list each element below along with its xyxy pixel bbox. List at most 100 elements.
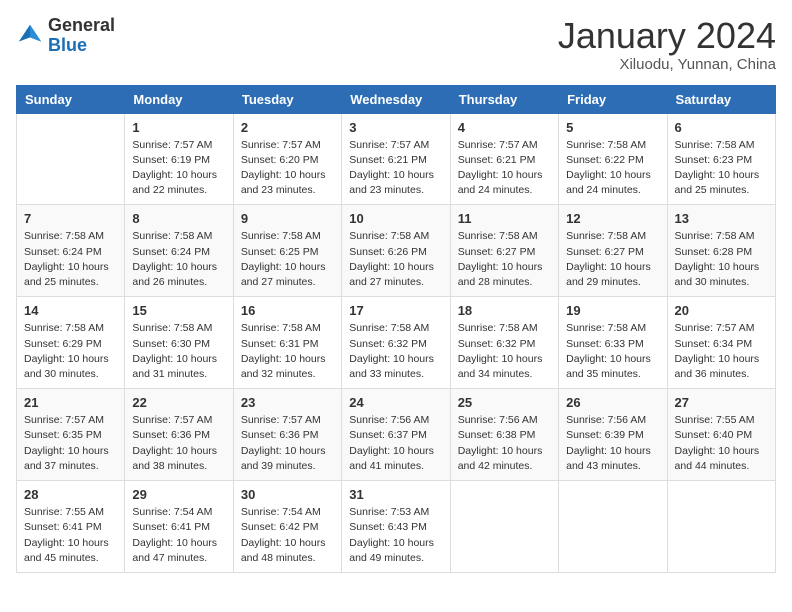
day-info: Sunrise: 7:58 AM Sunset: 6:23 PM Dayligh… <box>675 138 768 199</box>
title-block: January 2024 Xiluodu, Yunnan, China <box>558 16 776 73</box>
calendar-cell: 21 Sunrise: 7:57 AM Sunset: 6:35 PM Dayli… <box>17 389 125 481</box>
location-subtitle: Xiluodu, Yunnan, China <box>558 56 776 73</box>
calendar-cell: 3 Sunrise: 7:57 AM Sunset: 6:21 PM Daylig… <box>342 113 450 205</box>
day-number: 15 <box>132 303 225 318</box>
day-number: 10 <box>349 211 442 226</box>
calendar-cell: 9 Sunrise: 7:58 AM Sunset: 6:25 PM Daylig… <box>233 205 341 297</box>
calendar-cell: 1 Sunrise: 7:57 AM Sunset: 6:19 PM Daylig… <box>125 113 233 205</box>
calendar-cell: 11 Sunrise: 7:58 AM Sunset: 6:27 PM Dayli… <box>450 205 558 297</box>
day-info: Sunrise: 7:57 AM Sunset: 6:19 PM Dayligh… <box>132 138 225 199</box>
calendar-cell: 19 Sunrise: 7:58 AM Sunset: 6:33 PM Dayli… <box>559 297 667 389</box>
calendar-cell: 15 Sunrise: 7:58 AM Sunset: 6:30 PM Dayli… <box>125 297 233 389</box>
day-number: 11 <box>458 211 551 226</box>
day-info: Sunrise: 7:58 AM Sunset: 6:26 PM Dayligh… <box>349 229 442 290</box>
day-number: 8 <box>132 211 225 226</box>
day-number: 1 <box>132 120 225 135</box>
day-number: 3 <box>349 120 442 135</box>
day-info: Sunrise: 7:54 AM Sunset: 6:41 PM Dayligh… <box>132 505 225 566</box>
day-info: Sunrise: 7:57 AM Sunset: 6:36 PM Dayligh… <box>132 413 225 474</box>
calendar-cell: 14Sunrise: 7:58 AM Sunset: 6:29 PM Dayli… <box>17 297 125 389</box>
calendar-table: SundayMondayTuesdayWednesdayThursdayFrid… <box>16 85 776 573</box>
day-number: 7 <box>24 211 117 226</box>
calendar-cell: 31Sunrise: 7:53 AM Sunset: 6:43 PM Dayli… <box>342 481 450 573</box>
week-row-5: 28 Sunrise: 7:55 AM Sunset: 6:41 PM Dayli… <box>17 481 776 573</box>
day-info: Sunrise: 7:58 AM Sunset: 6:31 PM Dayligh… <box>241 321 334 382</box>
day-number: 19 <box>566 303 659 318</box>
day-number: 18 <box>458 303 551 318</box>
day-number: 4 <box>458 120 551 135</box>
calendar-cell: 29 Sunrise: 7:54 AM Sunset: 6:41 PM Dayli… <box>125 481 233 573</box>
day-info: Sunrise: 7:57 AM Sunset: 6:35 PM Dayligh… <box>24 413 117 474</box>
day-info: Sunrise: 7:58 AM Sunset: 6:27 PM Dayligh… <box>458 229 551 290</box>
day-number: 29 <box>132 487 225 502</box>
calendar-cell: 4 Sunrise: 7:57 AM Sunset: 6:21 PM Daylig… <box>450 113 558 205</box>
page-header: General Blue January 2024 Xiluodu, Yunna… <box>16 16 776 73</box>
day-info: Sunrise: 7:58 AM Sunset: 6:24 PM Dayligh… <box>132 229 225 290</box>
day-number: 9 <box>241 211 334 226</box>
calendar-cell <box>559 481 667 573</box>
day-number: 6 <box>675 120 768 135</box>
calendar-header-row: SundayMondayTuesdayWednesdayThursdayFrid… <box>17 85 776 113</box>
day-info: Sunrise: 7:56 AM Sunset: 6:37 PM Dayligh… <box>349 413 442 474</box>
day-number: 25 <box>458 395 551 410</box>
day-info: Sunrise: 7:58 AM Sunset: 6:28 PM Dayligh… <box>675 229 768 290</box>
calendar-cell <box>450 481 558 573</box>
day-info: Sunrise: 7:58 AM Sunset: 6:27 PM Dayligh… <box>566 229 659 290</box>
day-number: 21 <box>24 395 117 410</box>
calendar-cell <box>17 113 125 205</box>
calendar-cell: 20 Sunrise: 7:57 AM Sunset: 6:34 PM Dayli… <box>667 297 775 389</box>
day-number: 28 <box>24 487 117 502</box>
day-info: Sunrise: 7:57 AM Sunset: 6:21 PM Dayligh… <box>458 138 551 199</box>
day-number: 16 <box>241 303 334 318</box>
calendar-cell: 16 Sunrise: 7:58 AM Sunset: 6:31 PM Dayli… <box>233 297 341 389</box>
calendar-cell: 28 Sunrise: 7:55 AM Sunset: 6:41 PM Dayli… <box>17 481 125 573</box>
day-info: Sunrise: 7:53 AM Sunset: 6:43 PM Dayligh… <box>349 505 442 566</box>
day-info: Sunrise: 7:58 AM Sunset: 6:33 PM Dayligh… <box>566 321 659 382</box>
day-number: 12 <box>566 211 659 226</box>
day-info: Sunrise: 7:58 AM Sunset: 6:25 PM Dayligh… <box>241 229 334 290</box>
day-info: Sunrise: 7:58 AM Sunset: 6:32 PM Dayligh… <box>349 321 442 382</box>
day-number: 2 <box>241 120 334 135</box>
day-info: Sunrise: 7:58 AM Sunset: 6:30 PM Dayligh… <box>132 321 225 382</box>
day-number: 24 <box>349 395 442 410</box>
day-info: Sunrise: 7:55 AM Sunset: 6:40 PM Dayligh… <box>675 413 768 474</box>
col-header-tuesday: Tuesday <box>233 85 341 113</box>
day-number: 13 <box>675 211 768 226</box>
week-row-3: 14Sunrise: 7:58 AM Sunset: 6:29 PM Dayli… <box>17 297 776 389</box>
logo-icon <box>16 22 44 50</box>
day-info: Sunrise: 7:58 AM Sunset: 6:22 PM Dayligh… <box>566 138 659 199</box>
col-header-friday: Friday <box>559 85 667 113</box>
calendar-cell: 30Sunrise: 7:54 AM Sunset: 6:42 PM Dayli… <box>233 481 341 573</box>
day-info: Sunrise: 7:56 AM Sunset: 6:38 PM Dayligh… <box>458 413 551 474</box>
day-number: 17 <box>349 303 442 318</box>
calendar-cell: 27Sunrise: 7:55 AM Sunset: 6:40 PM Dayli… <box>667 389 775 481</box>
day-number: 23 <box>241 395 334 410</box>
day-number: 5 <box>566 120 659 135</box>
logo-text: General Blue <box>48 16 115 56</box>
calendar-cell: 22Sunrise: 7:57 AM Sunset: 6:36 PM Dayli… <box>125 389 233 481</box>
day-number: 30 <box>241 487 334 502</box>
calendar-cell: 12 Sunrise: 7:58 AM Sunset: 6:27 PM Dayli… <box>559 205 667 297</box>
calendar-cell: 26Sunrise: 7:56 AM Sunset: 6:39 PM Dayli… <box>559 389 667 481</box>
calendar-cell: 8 Sunrise: 7:58 AM Sunset: 6:24 PM Daylig… <box>125 205 233 297</box>
calendar-cell: 10 Sunrise: 7:58 AM Sunset: 6:26 PM Dayli… <box>342 205 450 297</box>
calendar-cell: 13 Sunrise: 7:58 AM Sunset: 6:28 PM Dayli… <box>667 205 775 297</box>
day-info: Sunrise: 7:57 AM Sunset: 6:34 PM Dayligh… <box>675 321 768 382</box>
calendar-cell: 5 Sunrise: 7:58 AM Sunset: 6:22 PM Daylig… <box>559 113 667 205</box>
calendar-cell: 17 Sunrise: 7:58 AM Sunset: 6:32 PM Dayli… <box>342 297 450 389</box>
day-info: Sunrise: 7:58 AM Sunset: 6:32 PM Dayligh… <box>458 321 551 382</box>
calendar-cell <box>667 481 775 573</box>
month-title: January 2024 <box>558 16 776 56</box>
logo: General Blue <box>16 16 115 56</box>
calendar-cell: 6 Sunrise: 7:58 AM Sunset: 6:23 PM Daylig… <box>667 113 775 205</box>
day-info: Sunrise: 7:55 AM Sunset: 6:41 PM Dayligh… <box>24 505 117 566</box>
col-header-wednesday: Wednesday <box>342 85 450 113</box>
calendar-cell: 18 Sunrise: 7:58 AM Sunset: 6:32 PM Dayli… <box>450 297 558 389</box>
day-number: 20 <box>675 303 768 318</box>
day-number: 14 <box>24 303 117 318</box>
col-header-sunday: Sunday <box>17 85 125 113</box>
day-info: Sunrise: 7:56 AM Sunset: 6:39 PM Dayligh… <box>566 413 659 474</box>
day-info: Sunrise: 7:57 AM Sunset: 6:21 PM Dayligh… <box>349 138 442 199</box>
week-row-2: 7 Sunrise: 7:58 AM Sunset: 6:24 PM Daylig… <box>17 205 776 297</box>
col-header-thursday: Thursday <box>450 85 558 113</box>
